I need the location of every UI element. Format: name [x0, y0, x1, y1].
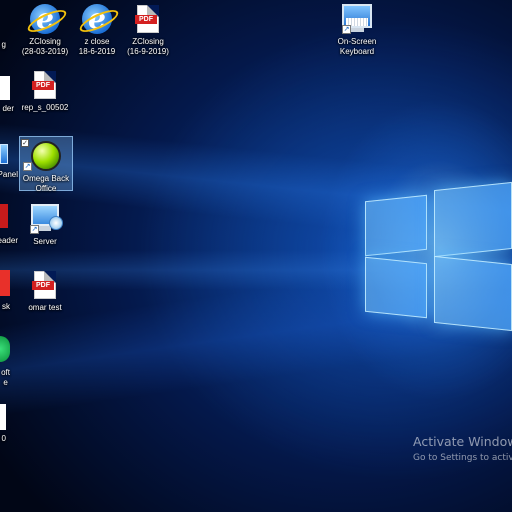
desktop-icon-label: 0	[1, 434, 6, 443]
desktop-icon-zclosing-16[interactable]: PDF ZClosing (16-9-2019)	[121, 4, 175, 57]
desktop-icon-label: ZClosing (16-9-2019)	[127, 37, 169, 56]
desktop-icon-label: Server	[33, 237, 57, 246]
remote-desktop-icon: ↗	[30, 204, 63, 234]
desktop-icon-partial[interactable]	[0, 76, 10, 100]
desktop-icon-zclosing-28[interactable]: e ZClosing (28-03-2019)	[18, 4, 72, 57]
desktop-icon-partial-label: Panel	[0, 170, 18, 180]
desktop-icon-omar-test[interactable]: PDF omar test	[18, 270, 72, 313]
pdf-badge: PDF	[135, 15, 157, 24]
pdf-badge: PDF	[32, 81, 54, 90]
internet-explorer-icon: e	[30, 4, 60, 34]
omega-app-icon: ✓ ↗	[21, 139, 61, 171]
desktop-icon-label: der	[2, 104, 14, 113]
pdf-document-icon: PDF	[30, 70, 60, 100]
pdf-document-icon[interactable]	[0, 404, 6, 430]
activate-windows-watermark: Activate Window Go to Settings to activ	[413, 434, 512, 463]
desktop-icon-label: eader	[0, 236, 18, 245]
ie-letter: e	[30, 4, 60, 34]
logo-pane	[365, 256, 427, 319]
desktop-icon-zclose-18[interactable]: e z close 18-6-2019	[70, 4, 124, 57]
omega-orb	[31, 141, 61, 171]
shortcut-arrow-icon: ↗	[30, 225, 39, 234]
desktop-icon-label: Omega Back Office	[22, 174, 70, 193]
desktop-icon-omega-back-office[interactable]: ✓ ↗ Omega Back Office	[19, 136, 73, 193]
watermark-title: Activate Window	[413, 434, 512, 449]
pdf-page: PDF	[135, 5, 159, 33]
desktop-icon-partial[interactable]: g	[0, 40, 6, 50]
control-panel-icon[interactable]	[0, 144, 8, 164]
logo-pane	[434, 255, 512, 332]
desktop-icon-partial-label: der	[0, 104, 14, 114]
logo-pane	[434, 181, 512, 258]
ie-letter: e	[82, 4, 112, 34]
desktop-icon-on-screen-keyboard[interactable]: ↗ On-Screen Keyboard	[329, 4, 385, 57]
internet-explorer-icon: e	[82, 4, 112, 34]
desktop-icon-label: sk	[2, 302, 10, 311]
shortcut-arrow-icon: ↗	[342, 25, 351, 34]
pdf-reader-icon[interactable]	[0, 204, 8, 228]
desktop-icon-label: g	[1, 40, 6, 49]
pdf-document-icon: PDF	[133, 4, 163, 34]
desktop-icon-partial-label: sk	[0, 302, 10, 312]
shortcut-arrow-icon: ↗	[23, 162, 32, 171]
desktop-icon-partial-label: eader	[0, 236, 18, 246]
app-shortcut-icon[interactable]	[0, 270, 10, 296]
selection-checkbox[interactable]: ✓	[21, 139, 29, 147]
on-screen-keyboard-icon: ↗	[342, 4, 372, 34]
desktop-icon-label: Panel	[0, 170, 18, 179]
keyboard-stand	[350, 28, 364, 32]
desktop-icon-label: oft e	[1, 368, 10, 387]
desktop-icon-label: omar test	[28, 303, 62, 312]
pdf-page: PDF	[32, 71, 56, 99]
desktop-icon-label: z close 18-6-2019	[78, 37, 116, 56]
app-shortcut-icon[interactable]	[0, 336, 10, 362]
desktop-icon-rep-s-00502[interactable]: PDF rep_s_00502	[18, 70, 72, 113]
desktop-icon-server[interactable]: ↗ Server	[18, 204, 72, 247]
watermark-subtitle: Go to Settings to activ	[413, 453, 512, 463]
desktop-icon-label: ZClosing (28-03-2019)	[21, 37, 69, 56]
pdf-badge: PDF	[32, 281, 54, 290]
desktop-icon-label: On-Screen Keyboard	[337, 37, 377, 56]
logo-pane	[365, 194, 427, 257]
desktop-icon-partial-label: 0	[0, 434, 6, 444]
pdf-document-icon: PDF	[30, 270, 60, 300]
server-monitor	[31, 204, 63, 230]
desktop-icon-label: rep_s_00502	[21, 103, 69, 112]
desktop-icon-partial-label: oft e	[0, 368, 10, 388]
pdf-page: PDF	[32, 271, 56, 299]
